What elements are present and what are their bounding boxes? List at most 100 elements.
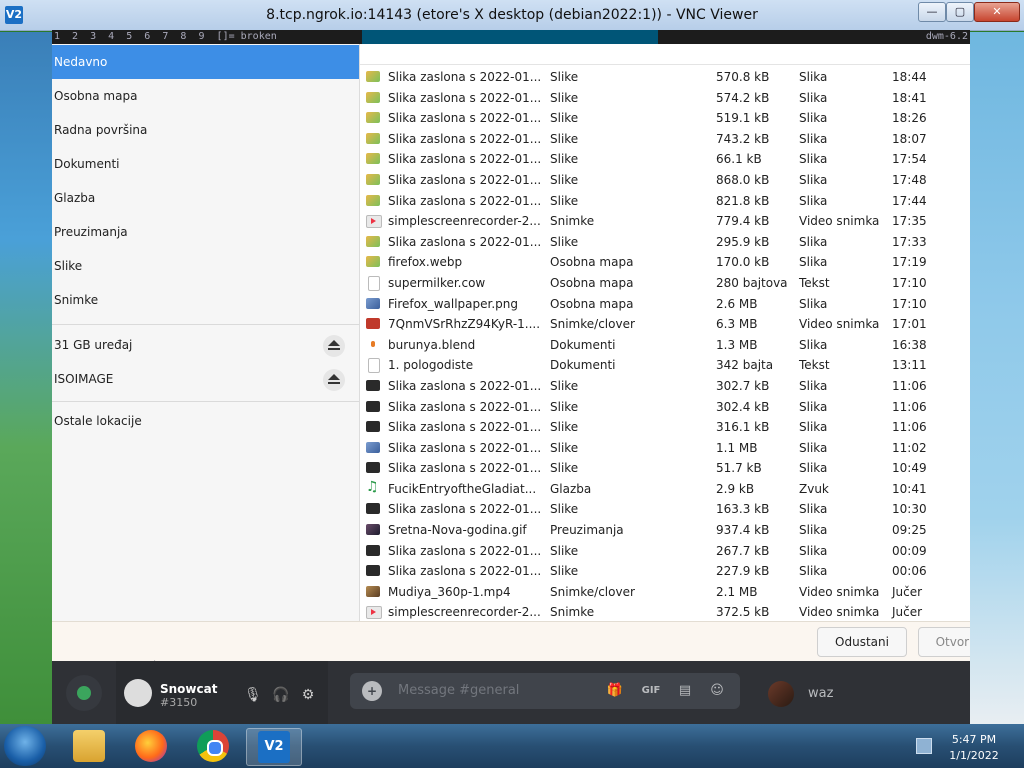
file-name: Slika zaslona s 2022-01... xyxy=(388,131,542,146)
close-button[interactable]: ✕ xyxy=(974,2,1020,22)
file-row[interactable]: Slika zaslona s 2022-01... Slike 66.1 kB Sl… xyxy=(360,149,970,170)
image-thumbnail-icon xyxy=(366,441,380,453)
file-row[interactable]: Slika zaslona s 2022-01... Slike 316.1 kB S… xyxy=(360,417,970,438)
open-button[interactable]: Otvori xyxy=(918,627,970,657)
dwm-tags[interactable]: 1 2 3 4 5 6 7 8 9 []= broken xyxy=(54,31,277,42)
sidebar-item-label: Glazba xyxy=(54,191,96,205)
file-location: Slike xyxy=(550,378,579,393)
file-size: 227.9 kB xyxy=(716,564,770,579)
text-file-icon xyxy=(368,358,380,374)
image-thumbnail-icon xyxy=(366,71,380,82)
headphones-icon[interactable]: 🎧 xyxy=(272,687,289,703)
file-row[interactable]: firefox.webp Osobna mapa 170.0 kB Slika 17:1… xyxy=(360,252,970,273)
file-row[interactable]: Firefox_wallpaper.png Osobna mapa 2.6 MB Sl… xyxy=(360,294,970,315)
file-size: 1.1 MB xyxy=(716,440,758,455)
sidebar-item-snimke[interactable]: Snimke xyxy=(52,283,359,317)
maximize-button[interactable]: ▢ xyxy=(946,2,974,22)
file-row[interactable]: burunya.blend Dokumenti 1.3 MB Slika 16:38 xyxy=(360,335,970,356)
file-row[interactable]: Slika zaslona s 2022-01... Slike 267.7 kB S… xyxy=(360,541,970,562)
file-type: Slika xyxy=(799,543,828,558)
file-modified: 17:35 xyxy=(892,214,927,229)
sidebar-item-glazba[interactable]: Glazba xyxy=(52,181,359,215)
file-size: 2.1 MB xyxy=(716,584,758,599)
file-name: 7QnmVSrRhzZ94KyR-1.... xyxy=(388,317,541,332)
file-location: Slike xyxy=(550,461,579,476)
cancel-button[interactable]: Odustani xyxy=(817,627,907,657)
message-input[interactable]: Message #general xyxy=(398,683,519,698)
dwm-window-title-bar xyxy=(362,30,658,44)
taskbar-clock[interactable]: 5:47 PM 1/1/2022 xyxy=(938,732,1010,764)
member-list-item[interactable]: waz xyxy=(768,677,968,717)
file-location: Slike xyxy=(550,131,579,146)
sidebar-item-osobna-mapa[interactable]: Osobna mapa xyxy=(52,79,359,113)
file-type: Slika xyxy=(799,234,828,249)
sidebar-item-preuzimanja[interactable]: Preuzimanja xyxy=(52,215,359,249)
emoji-icon[interactable]: ☺ xyxy=(706,681,728,701)
remote-desktop-view[interactable]: 1 2 3 4 5 6 7 8 9 []= broken dwm-6.2 Ned… xyxy=(52,30,970,724)
sidebar-device-isoimage[interactable]: ISOIMAGE xyxy=(52,362,359,396)
file-type: Slika xyxy=(799,90,828,105)
sidebar-item-other-locations[interactable]: Ostale lokacije xyxy=(52,404,359,438)
gear-icon[interactable]: ⚙ xyxy=(300,687,316,703)
sidebar-divider xyxy=(52,401,359,402)
file-row[interactable]: Slika zaslona s 2022-01... Slike 574.2 kB S… xyxy=(360,88,970,109)
file-modified: 17:10 xyxy=(892,275,927,290)
file-row[interactable]: Slika zaslona s 2022-01... Slike 821.8 kB S… xyxy=(360,191,970,212)
file-location: Glazba xyxy=(550,481,592,496)
file-size: 267.7 kB xyxy=(716,543,770,558)
sidebar-item-radna-povrsina[interactable]: Radna površina xyxy=(52,113,359,147)
file-row[interactable]: Slika zaslona s 2022-01... Slike 519.1 kB S… xyxy=(360,108,970,129)
gift-icon[interactable]: 🎁 xyxy=(604,681,626,701)
file-row[interactable]: ♫ FucikEntryoftheGladiat... Glazba 2.9 kB Zv… xyxy=(360,479,970,500)
file-row[interactable]: simplescreenrecorder-2... Snimke 779.4 kB V… xyxy=(360,211,970,232)
file-name: 1. pologodiste xyxy=(388,358,474,373)
file-row[interactable]: Slika zaslona s 2022-01... Slike 743.2 kB S… xyxy=(360,129,970,150)
file-row[interactable]: Slika zaslona s 2022-01... Slike 51.7 kB Sl… xyxy=(360,458,970,479)
avatar[interactable] xyxy=(124,679,152,707)
file-row[interactable]: Slika zaslona s 2022-01... Slike 227.9 kB S… xyxy=(360,561,970,582)
sidebar-item-dokumenti[interactable]: Dokumenti xyxy=(52,147,359,181)
file-row[interactable]: Sretna-Nova-godina.gif Preuzimanja 937.4 k… xyxy=(360,520,970,541)
file-type: Slika xyxy=(799,152,828,167)
eject-icon[interactable] xyxy=(323,369,345,391)
file-location: Osobna mapa xyxy=(550,275,634,290)
taskbar-explorer[interactable] xyxy=(62,728,116,764)
file-row[interactable]: supermilker.cow Osobna mapa 280 bajtova Tek… xyxy=(360,273,970,294)
file-row[interactable]: Slika zaslona s 2022-01... Slike 302.7 kB S… xyxy=(360,376,970,397)
file-row[interactable]: Slika zaslona s 2022-01... Slike 868.0 kB S… xyxy=(360,170,970,191)
taskbar-chrome[interactable] xyxy=(186,728,240,764)
file-row[interactable]: Slika zaslona s 2022-01... Slike 295.9 kB S… xyxy=(360,232,970,253)
file-size: 66.1 kB xyxy=(716,152,762,167)
file-list[interactable]: Slika zaslona s 2022-01... Slike 570.8 kB S… xyxy=(360,44,970,621)
add-attachment-icon[interactable]: + xyxy=(362,681,382,701)
image-thumbnail-icon xyxy=(366,91,380,103)
file-name: Slika zaslona s 2022-01... xyxy=(388,111,542,126)
minimize-button[interactable]: — xyxy=(918,2,946,22)
eject-icon[interactable] xyxy=(323,335,345,357)
file-row[interactable]: Mudiya_360p-1.mp4 Snimke/clover 2.1 MB Vide… xyxy=(360,582,970,603)
server-icon[interactable] xyxy=(66,675,102,711)
microphone-icon[interactable]: 🎙 xyxy=(244,687,262,703)
taskbar-vnc-viewer[interactable]: V2 xyxy=(246,728,302,766)
file-row[interactable]: Slika zaslona s 2022-01... Slike 1.1 MB Sli… xyxy=(360,438,970,459)
network-icon[interactable] xyxy=(916,738,932,754)
gif-icon[interactable]: GIF xyxy=(640,681,662,701)
start-button[interactable] xyxy=(4,726,46,766)
file-row[interactable]: Slika zaslona s 2022-01... Slike 302.4 kB S… xyxy=(360,397,970,418)
file-name: Slika zaslona s 2022-01... xyxy=(388,502,542,517)
file-size: 342 bajta xyxy=(716,358,774,373)
image-thumbnail-icon xyxy=(366,544,380,556)
taskbar-firefox[interactable] xyxy=(124,728,178,764)
file-name: Slika zaslona s 2022-01... xyxy=(388,234,542,249)
sidebar-device-usb[interactable]: 31 GB uređaj xyxy=(52,328,359,362)
file-row[interactable]: Slika zaslona s 2022-01... Slike 570.8 kB S… xyxy=(360,67,970,88)
sidebar-item-nedavno[interactable]: Nedavno xyxy=(52,45,359,79)
sidebar-item-slike[interactable]: Slike xyxy=(52,249,359,283)
sticker-icon[interactable]: ▤ xyxy=(674,681,696,701)
file-row[interactable]: simplescreenrecorder-2... Snimke 372.5 kB V… xyxy=(360,602,970,621)
file-row[interactable]: 7QnmVSrRhzZ94KyR-1.... Snimke/clover 6.3 M… xyxy=(360,314,970,335)
file-row[interactable]: Slika zaslona s 2022-01... Slike 163.3 kB S… xyxy=(360,499,970,520)
message-composer[interactable]: + Message #general 🎁 GIF ▤ ☺ xyxy=(350,673,740,709)
file-size: 519.1 kB xyxy=(716,111,770,126)
file-row[interactable]: 1. pologodiste Dokumenti 342 bajta Tekst 13:… xyxy=(360,355,970,376)
